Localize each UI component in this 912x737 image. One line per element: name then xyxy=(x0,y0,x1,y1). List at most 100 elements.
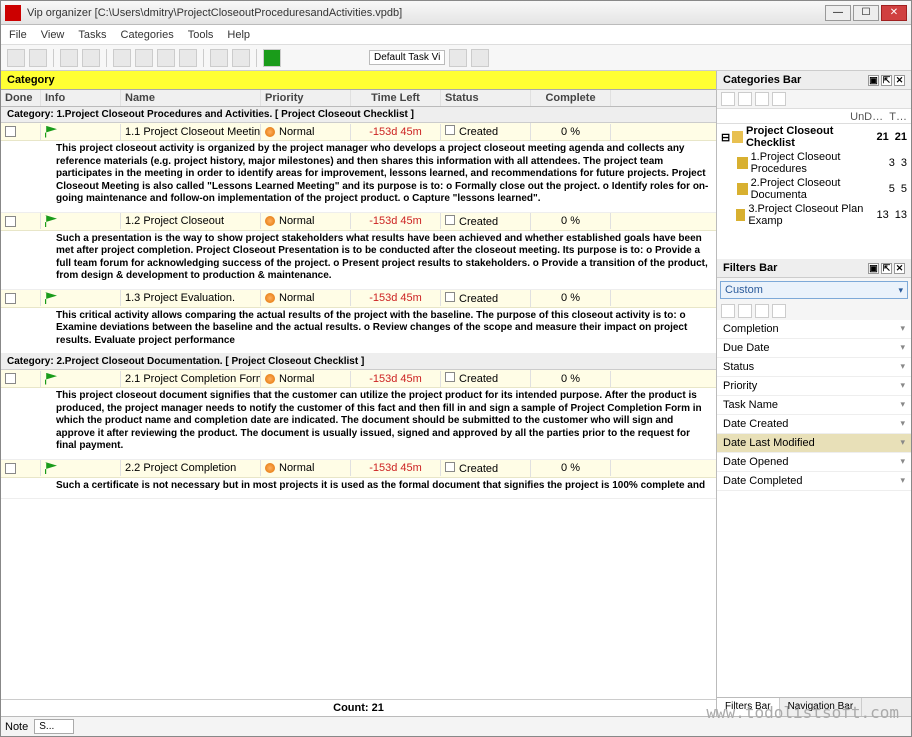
toolbar-button-4[interactable] xyxy=(82,49,100,67)
toolbar-button-12[interactable] xyxy=(471,49,489,67)
menu-help[interactable]: Help xyxy=(227,29,250,41)
minimize-button[interactable]: — xyxy=(825,5,851,21)
tree-label: 2.Project Closeout Documenta xyxy=(751,177,886,201)
tree-item[interactable]: 2.Project Closeout Documenta55 xyxy=(717,176,911,202)
done-checkbox[interactable] xyxy=(5,293,16,304)
cat-tool-1[interactable] xyxy=(721,92,735,106)
menu-file[interactable]: File xyxy=(9,29,27,41)
panel-pin-icon[interactable]: ▣ xyxy=(868,75,879,86)
menu-categories[interactable]: Categories xyxy=(121,29,174,41)
filters-title-text: Filters Bar xyxy=(723,262,777,274)
task-row[interactable]: 2.1 Project Completion Form.Normal-153d … xyxy=(1,370,716,388)
toolbar-button-10[interactable] xyxy=(232,49,250,67)
filter-tool-3[interactable] xyxy=(755,304,769,318)
task-priority: Normal xyxy=(261,213,351,229)
menu-tools[interactable]: Tools xyxy=(188,29,214,41)
panel-close-icon[interactable]: ✕ xyxy=(894,75,905,86)
col-complete[interactable]: Complete xyxy=(531,90,611,106)
filter-tool-4[interactable] xyxy=(772,304,786,318)
task-complete: 0 % xyxy=(531,371,611,387)
toolbar-button-2[interactable] xyxy=(29,49,47,67)
maximize-button[interactable]: ☐ xyxy=(853,5,879,21)
menubar: File View Tasks Categories Tools Help xyxy=(1,25,911,45)
done-checkbox[interactable] xyxy=(5,463,16,474)
filter-row[interactable]: Task Name xyxy=(717,396,911,415)
task-name: 2.1 Project Completion Form. xyxy=(121,371,261,387)
filter-row[interactable]: Status xyxy=(717,358,911,377)
task-priority: Normal xyxy=(261,460,351,476)
task-grid[interactable]: Done Info Name Priority Time Left Status… xyxy=(1,90,716,699)
tab-filters[interactable]: Filters Bar xyxy=(717,698,780,716)
task-priority: Normal xyxy=(261,371,351,387)
separator xyxy=(53,49,54,67)
task-row[interactable]: 2.2 Project CompletionNormal-153d 45mCre… xyxy=(1,460,716,478)
filter-row[interactable]: Date Completed xyxy=(717,472,911,491)
menu-tasks[interactable]: Tasks xyxy=(78,29,106,41)
tree-label: 3.Project Closeout Plan Examp xyxy=(748,203,873,227)
toolbar-button-6[interactable] xyxy=(135,49,153,67)
col-done[interactable]: Done xyxy=(1,90,41,106)
toolbar-button-8[interactable] xyxy=(179,49,197,67)
filter-dropdown[interactable]: Custom xyxy=(720,281,908,299)
panel-min-icon[interactable]: ⇱ xyxy=(881,263,892,274)
panel-min-icon[interactable]: ⇱ xyxy=(881,75,892,86)
status-icon xyxy=(445,462,455,472)
task-time: -153d 45m xyxy=(351,460,441,476)
filter-row[interactable]: Due Date xyxy=(717,339,911,358)
task-time: -153d 45m xyxy=(351,371,441,387)
task-time: -153d 45m xyxy=(351,124,441,140)
view-dropdown[interactable]: Default Task Vi xyxy=(369,50,445,65)
done-checkbox[interactable] xyxy=(5,216,16,227)
task-row[interactable]: 1.2 Project CloseoutNormal-153d 45mCreat… xyxy=(1,213,716,231)
tree-item[interactable]: ⊟Project Closeout Checklist2121 xyxy=(717,124,911,150)
task-name: 2.2 Project Completion xyxy=(121,460,261,476)
filters-list[interactable]: CompletionDue DateStatusPriorityTask Nam… xyxy=(717,320,911,697)
tree-label: Project Closeout Checklist xyxy=(746,125,874,149)
task-row[interactable]: 1.3 Project Evaluation.Normal-153d 45mCr… xyxy=(1,290,716,308)
panel-pin-icon[interactable]: ▣ xyxy=(868,263,879,274)
filter-row[interactable]: Date Created xyxy=(717,415,911,434)
category-header[interactable]: Category: 1.Project Closeout Procedures … xyxy=(1,107,716,123)
close-button[interactable]: ✕ xyxy=(881,5,907,21)
tree-item[interactable]: 3.Project Closeout Plan Examp1313 xyxy=(717,202,911,228)
col-name[interactable]: Name xyxy=(121,90,261,106)
tab-navigation[interactable]: Navigation Bar xyxy=(780,698,863,716)
done-checkbox[interactable] xyxy=(5,126,16,137)
toolbar-button-1[interactable] xyxy=(7,49,25,67)
task-name: 1.1 Project Closeout Meeting. xyxy=(121,124,261,140)
filter-tool-1[interactable] xyxy=(721,304,735,318)
done-checkbox[interactable] xyxy=(5,373,16,384)
category-header[interactable]: Category: 2.Project Closeout Documentati… xyxy=(1,354,716,370)
toolbar-button-11[interactable] xyxy=(449,49,467,67)
col-time[interactable]: Time Left xyxy=(351,90,441,106)
categories-tree[interactable]: UnD… T… ⊟Project Closeout Checklist21211… xyxy=(717,109,911,259)
filter-tool-2[interactable] xyxy=(738,304,752,318)
panel-close-icon[interactable]: ✕ xyxy=(894,263,905,274)
col-info[interactable]: Info xyxy=(41,90,121,106)
task-time: -153d 45m xyxy=(351,213,441,229)
cat-tool-3[interactable] xyxy=(755,92,769,106)
menu-view[interactable]: View xyxy=(41,29,65,41)
window-title: Vip organizer [C:\Users\dmitry\ProjectCl… xyxy=(27,7,825,19)
col-priority[interactable]: Priority xyxy=(261,90,351,106)
tree-item[interactable]: 1.Project Closeout Procedures33 xyxy=(717,150,911,176)
task-name: 1.2 Project Closeout xyxy=(121,213,261,229)
flag-icon[interactable] xyxy=(263,49,281,67)
toolbar-button-5[interactable] xyxy=(113,49,131,67)
toolbar-button-3[interactable] xyxy=(60,49,78,67)
col-status[interactable]: Status xyxy=(441,90,531,106)
filter-row[interactable]: Date Opened xyxy=(717,453,911,472)
task-row[interactable]: 1.1 Project Closeout Meeting.Normal-153d… xyxy=(1,123,716,141)
toolbar-button-7[interactable] xyxy=(157,49,175,67)
flag-icon xyxy=(45,373,57,385)
task-description: Such a certificate is not necessary but … xyxy=(1,478,716,500)
cat-tool-2[interactable] xyxy=(738,92,752,106)
status-icon xyxy=(445,292,455,302)
cat-tool-4[interactable] xyxy=(772,92,786,106)
toolbar-button-9[interactable] xyxy=(210,49,228,67)
note-input[interactable]: S... xyxy=(34,719,74,734)
filter-row[interactable]: Date Last Modified xyxy=(717,434,911,453)
task-status: Created xyxy=(441,213,531,230)
filter-row[interactable]: Priority xyxy=(717,377,911,396)
filter-row[interactable]: Completion xyxy=(717,320,911,339)
